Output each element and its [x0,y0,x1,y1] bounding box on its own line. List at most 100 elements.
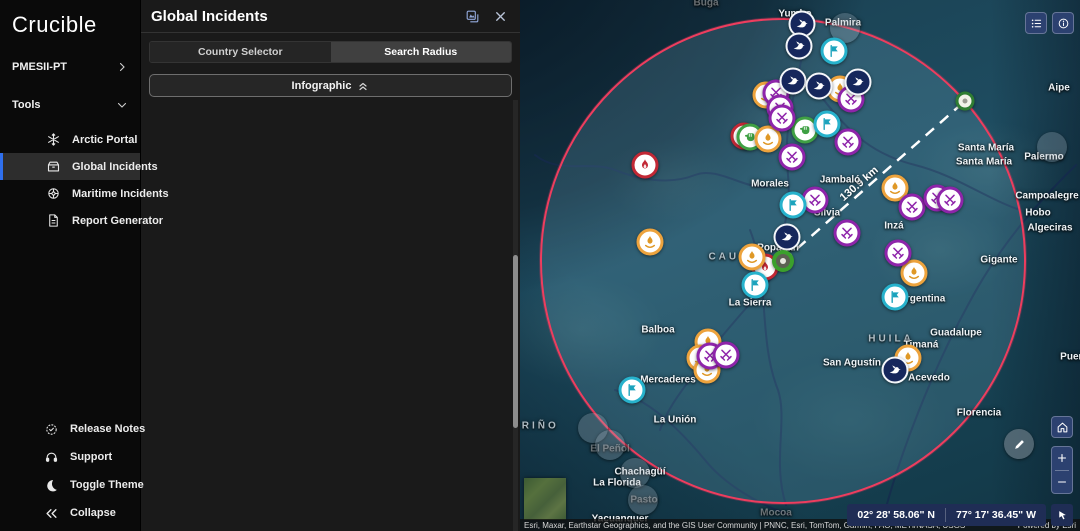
overview-inset-map[interactable] [524,478,566,520]
infographic-label: Infographic [292,80,352,92]
radius-edge-handle[interactable] [956,92,975,111]
sidebar-item-label: Global Incidents [72,161,158,173]
incident-marker-battle[interactable] [899,194,926,221]
protest-icon [820,117,835,132]
battle-icon [943,193,958,208]
protest-icon [827,44,842,59]
sidebar-item-arctic-portal[interactable]: Arctic Portal [0,126,140,153]
riot-icon [798,123,813,138]
city-poi-marker [1037,132,1067,162]
incident-marker-protest[interactable] [814,111,841,138]
seal-icon [44,422,59,437]
incident-marker-protest[interactable] [882,284,909,311]
incident-marker-battle[interactable] [834,220,861,247]
incident-marker-battle[interactable] [885,240,912,267]
incident-marker-strategic[interactable] [845,69,872,96]
map-label-town: Santa María [958,143,1014,154]
map-canvas[interactable]: 130.9 km BugaYumboPalmiraAipeSanta María… [520,0,1080,531]
global-incidents-panel: Global Incidents Country Selector Search… [140,0,520,531]
strategic-icon [812,79,827,94]
incident-marker-strategic[interactable] [774,224,801,251]
sidebar-item-label: Support [70,451,112,463]
incident-marker-strategic[interactable] [882,357,909,384]
tab-search-radius[interactable]: Search Radius [331,42,512,62]
protest-icon [888,290,903,305]
incident-marker-protest[interactable] [619,377,646,404]
app-logo: Crucible [0,0,140,44]
sidebar-group-pmesii-pt[interactable]: PMESII-PT [0,52,140,82]
sidebar-item-label: Maritime Incidents [72,188,169,200]
plus-icon [1056,452,1068,464]
export-report-button[interactable] [462,6,482,26]
sidebar-item-global-incidents[interactable]: Global Incidents [0,153,140,180]
incident-marker-protest[interactable] [780,192,807,219]
zoom-out-button[interactable] [1052,471,1072,494]
sidebar-item-label: Collapse [70,507,116,519]
annotate-icon [465,9,480,24]
sidebar-item-toggle-theme[interactable]: Toggle Theme [0,471,140,499]
sidebar-item-report-generator[interactable]: Report Generator [0,207,140,234]
map-label-town: Algeciras [1027,223,1072,234]
sidebar-item-collapse[interactable]: Collapse [0,499,140,527]
map-zoom-control [1051,446,1073,494]
violence-icon [745,250,760,265]
city-poi-marker [595,430,625,460]
incident-marker-violence[interactable] [637,229,664,256]
incident-marker-strategic[interactable] [806,73,833,100]
sidebar-item-label: Release Notes [70,423,145,435]
protest-icon [625,383,640,398]
violence-icon [888,181,903,196]
incident-marker-sketch[interactable] [1004,429,1034,459]
chevron-right-icon [116,61,128,73]
map-label-town: Morales [751,179,789,190]
map-info-button[interactable] [1052,12,1074,34]
battle-icon [719,348,734,363]
incident-marker-protest[interactable] [821,38,848,65]
map-label-region: NARIÑO [520,421,559,432]
incident-marker-explosion[interactable] [632,152,659,179]
radius-center-marker[interactable] [772,250,794,272]
incident-marker-protest[interactable] [742,272,769,299]
sketch-icon [1012,437,1027,452]
map-home-button[interactable] [1051,416,1073,438]
incident-marker-strategic[interactable] [786,33,813,60]
sidebar-item-maritime-incidents[interactable]: Maritime Incidents [0,180,140,207]
sidebar-tools-list: Arctic PortalGlobal IncidentsMaritime In… [0,126,140,234]
coordinate-capture-button[interactable] [1051,504,1073,526]
tab-country-selector[interactable]: Country Selector [150,42,331,62]
strategic-icon [786,74,801,89]
city-poi-marker [628,485,658,515]
battle-icon [841,135,856,150]
incident-marker-violence[interactable] [739,244,766,271]
moon-icon [44,478,59,493]
panel-title: Global Incidents [151,8,462,25]
minus-icon [1056,476,1068,488]
map-label-town: Gigante [980,255,1017,266]
close-panel-button[interactable] [490,6,510,26]
incident-marker-battle[interactable] [835,129,862,156]
sidebar-item-release-notes[interactable]: Release Notes [0,415,140,443]
ship-wheel-icon [46,186,61,201]
incident-marker-battle[interactable] [779,144,806,171]
map-label-town: Mercaderes [640,375,696,386]
info-icon [1057,17,1070,30]
incident-marker-battle[interactable] [769,105,796,132]
zoom-in-button[interactable] [1052,447,1072,470]
cursor-icon [1056,509,1069,522]
longitude-value: 77° 17' 36.45" W [946,509,1046,521]
sidebar: Crucible PMESII-PT Tools Arctic PortalGl… [0,0,140,531]
protest-icon [786,198,801,213]
incident-marker-battle[interactable] [937,187,964,214]
sidebar-item-support[interactable]: Support [0,443,140,471]
sidebar-group-tools[interactable]: Tools [0,90,140,120]
map-label-town: San Agustín [823,358,881,369]
incident-marker-strategic[interactable] [780,68,807,95]
panel-scrollbar-thumb[interactable] [513,255,518,428]
infographic-toggle[interactable]: Infographic [149,74,512,97]
map-label-town: Puerto [1060,352,1080,363]
incident-marker-battle[interactable] [713,342,740,369]
legend-list-icon [1030,17,1043,30]
map-legend-button[interactable] [1025,12,1047,34]
snowflake-icon [46,132,61,147]
map-label-town: Florencia [957,408,1001,419]
